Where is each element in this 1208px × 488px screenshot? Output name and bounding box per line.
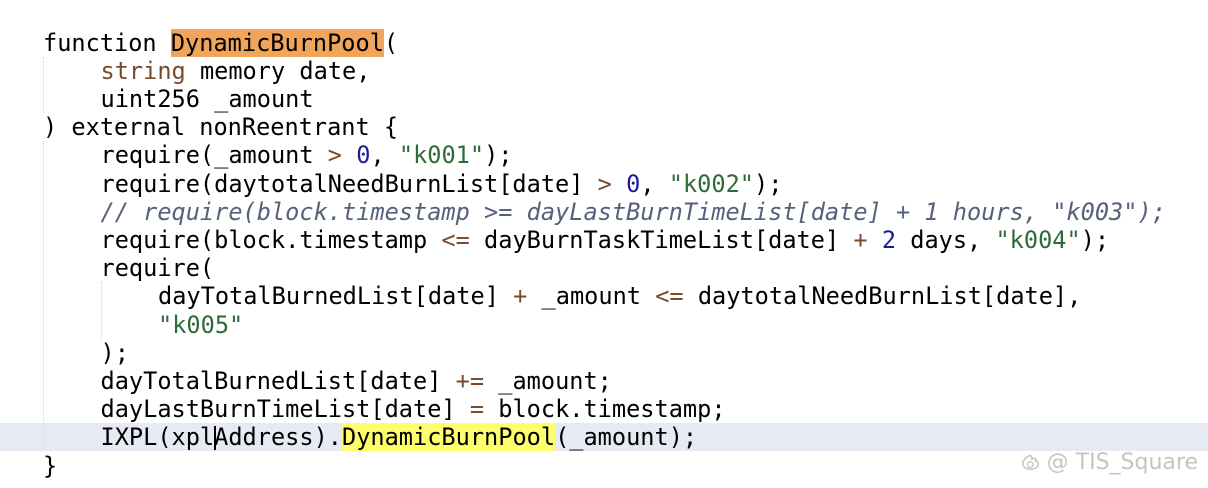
code-token-str: "k005" <box>158 310 244 339</box>
code-token-plain: require(daytotalNeedBurnList[date] <box>100 169 598 198</box>
code-token-plain: dayBurnTaskTimeList[date] <box>469 225 854 254</box>
watermark: @ TIS_Square <box>1021 448 1198 478</box>
code-line[interactable]: function DynamicBurnPool( <box>0 28 1208 57</box>
code-token-plain: , <box>370 141 399 170</box>
code-token-plain: function <box>43 28 171 57</box>
code-line[interactable]: require(_amount > 0, "k001"); <box>0 141 1208 169</box>
code-token-plain: uint256 _amount <box>100 84 314 113</box>
code-token-plain: ); <box>484 141 513 170</box>
highlighted-identifier: DynamicBurnPool <box>341 423 556 452</box>
code-token-plain: dayLastBurnTimeList[date] <box>100 395 470 424</box>
code-line-text: ) external nonReentrant { <box>43 113 398 141</box>
code-token-op: + <box>853 225 868 254</box>
code-token-plain: ) external nonReentrant { <box>43 113 399 142</box>
code-line[interactable]: dayLastBurnTimeList[date] = block.timest… <box>0 395 1208 423</box>
code-line-text: // require(block.timestamp >= dayLastBur… <box>101 198 1166 226</box>
code-line-text: } <box>43 452 57 480</box>
code-token-plain: dayTotalBurnedList[date] <box>158 282 514 311</box>
code-token-num: 2 <box>881 225 897 254</box>
code-token-type: string <box>100 56 186 85</box>
code-line-text: uint256 _amount <box>101 85 314 113</box>
code-line[interactable]: uint256 _amount <box>0 85 1208 113</box>
code-line-text: function DynamicBurnPool( <box>43 28 399 57</box>
code-token-op: <= <box>441 225 470 254</box>
code-line[interactable]: string memory date, <box>0 57 1208 85</box>
code-token-plain: , <box>640 169 669 198</box>
indent-guide <box>43 141 44 446</box>
code-token-num: 0 <box>626 169 641 198</box>
code-token-op: += <box>455 366 485 395</box>
code-line-text: require( <box>101 254 215 282</box>
code-token-plain: require(_amount <box>100 141 328 170</box>
code-token-plain: _amount; <box>484 366 612 395</box>
code-line[interactable]: dayTotalBurnedList[date] += _amount; <box>0 367 1208 395</box>
code-line[interactable]: require( <box>0 254 1208 282</box>
code-token-plain: ( <box>383 28 399 57</box>
code-token-plain: dayTotalBurnedList[date] <box>100 366 456 395</box>
code-token-plain: ); <box>1080 225 1110 254</box>
code-token-plain: memory date, <box>185 56 371 85</box>
code-line[interactable]: // require(block.timestamp >= dayLastBur… <box>0 198 1208 226</box>
code-token-plain: daytotalNeedBurnList[date], <box>683 282 1082 311</box>
code-token-str: "k001" <box>398 141 485 170</box>
code-token-op: = <box>469 395 485 424</box>
code-line-text: require(block.timestamp <= dayBurnTaskTi… <box>101 226 1110 254</box>
code-line-text: "k005" <box>158 311 243 339</box>
code-line[interactable]: require(daytotalNeedBurnList[date] > 0, … <box>0 170 1208 198</box>
weibo-logo-icon <box>1021 454 1039 470</box>
code-line[interactable]: ); <box>0 339 1208 367</box>
code-line[interactable]: require(block.timestamp <= dayBurnTaskTi… <box>0 226 1208 254</box>
code-line[interactable]: dayTotalBurnedList[date] + _amount <= da… <box>0 282 1208 310</box>
code-line-text: string memory date, <box>101 57 371 85</box>
code-line[interactable]: ) external nonReentrant { <box>0 113 1208 141</box>
code-line[interactable]: "k005" <box>0 311 1208 339</box>
code-token-plain: require( <box>100 254 215 283</box>
code-token-op: + <box>513 282 528 311</box>
code-line-text: ); <box>101 339 129 367</box>
code-token-plain: ); <box>753 169 783 198</box>
code-line-text: require(_amount > 0, "k001"); <box>101 141 513 169</box>
code-token-plain: Address). <box>214 423 342 452</box>
code-token-num: 0 <box>356 141 371 170</box>
code-token-op: <= <box>655 282 684 311</box>
highlighted-identifier: DynamicBurnPool <box>170 28 384 57</box>
code-token-str: "k002" <box>668 169 754 198</box>
code-token-plain: block.timestamp; <box>484 395 726 424</box>
watermark-text: @ TIS_Square <box>1046 450 1198 475</box>
code-line-text: dayTotalBurnedList[date] + _amount <= da… <box>158 282 1081 310</box>
code-line-text: IXPL(xplAddress).DynamicBurnPool(_amount… <box>100 423 698 452</box>
code-token-str: "k004" <box>995 225 1081 254</box>
code-token-plain: } <box>43 451 58 480</box>
code-token-op: > <box>327 141 342 170</box>
code-token-op: > <box>597 169 612 198</box>
code-token-plain: days, <box>896 225 996 254</box>
code-token-plain: IXPL(xpl <box>100 423 215 452</box>
code-token-comment: // require(block.timestamp >= dayLastBur… <box>100 197 1166 226</box>
code-editor[interactable]: function DynamicBurnPool(string memory d… <box>0 0 1208 488</box>
code-line-text: dayLastBurnTimeList[date] = block.timest… <box>101 395 726 423</box>
code-token-plain: _amount <box>527 282 656 311</box>
indent-guide <box>43 57 44 113</box>
code-token-plain: ); <box>100 338 129 367</box>
code-token-plain: require(block.timestamp <box>100 225 442 254</box>
code-token-plain: (_amount); <box>555 423 698 452</box>
indent-guide <box>101 282 102 340</box>
code-line-text: dayTotalBurnedList[date] += _amount; <box>101 367 612 395</box>
code-line-text: require(daytotalNeedBurnList[date] > 0, … <box>101 170 783 198</box>
